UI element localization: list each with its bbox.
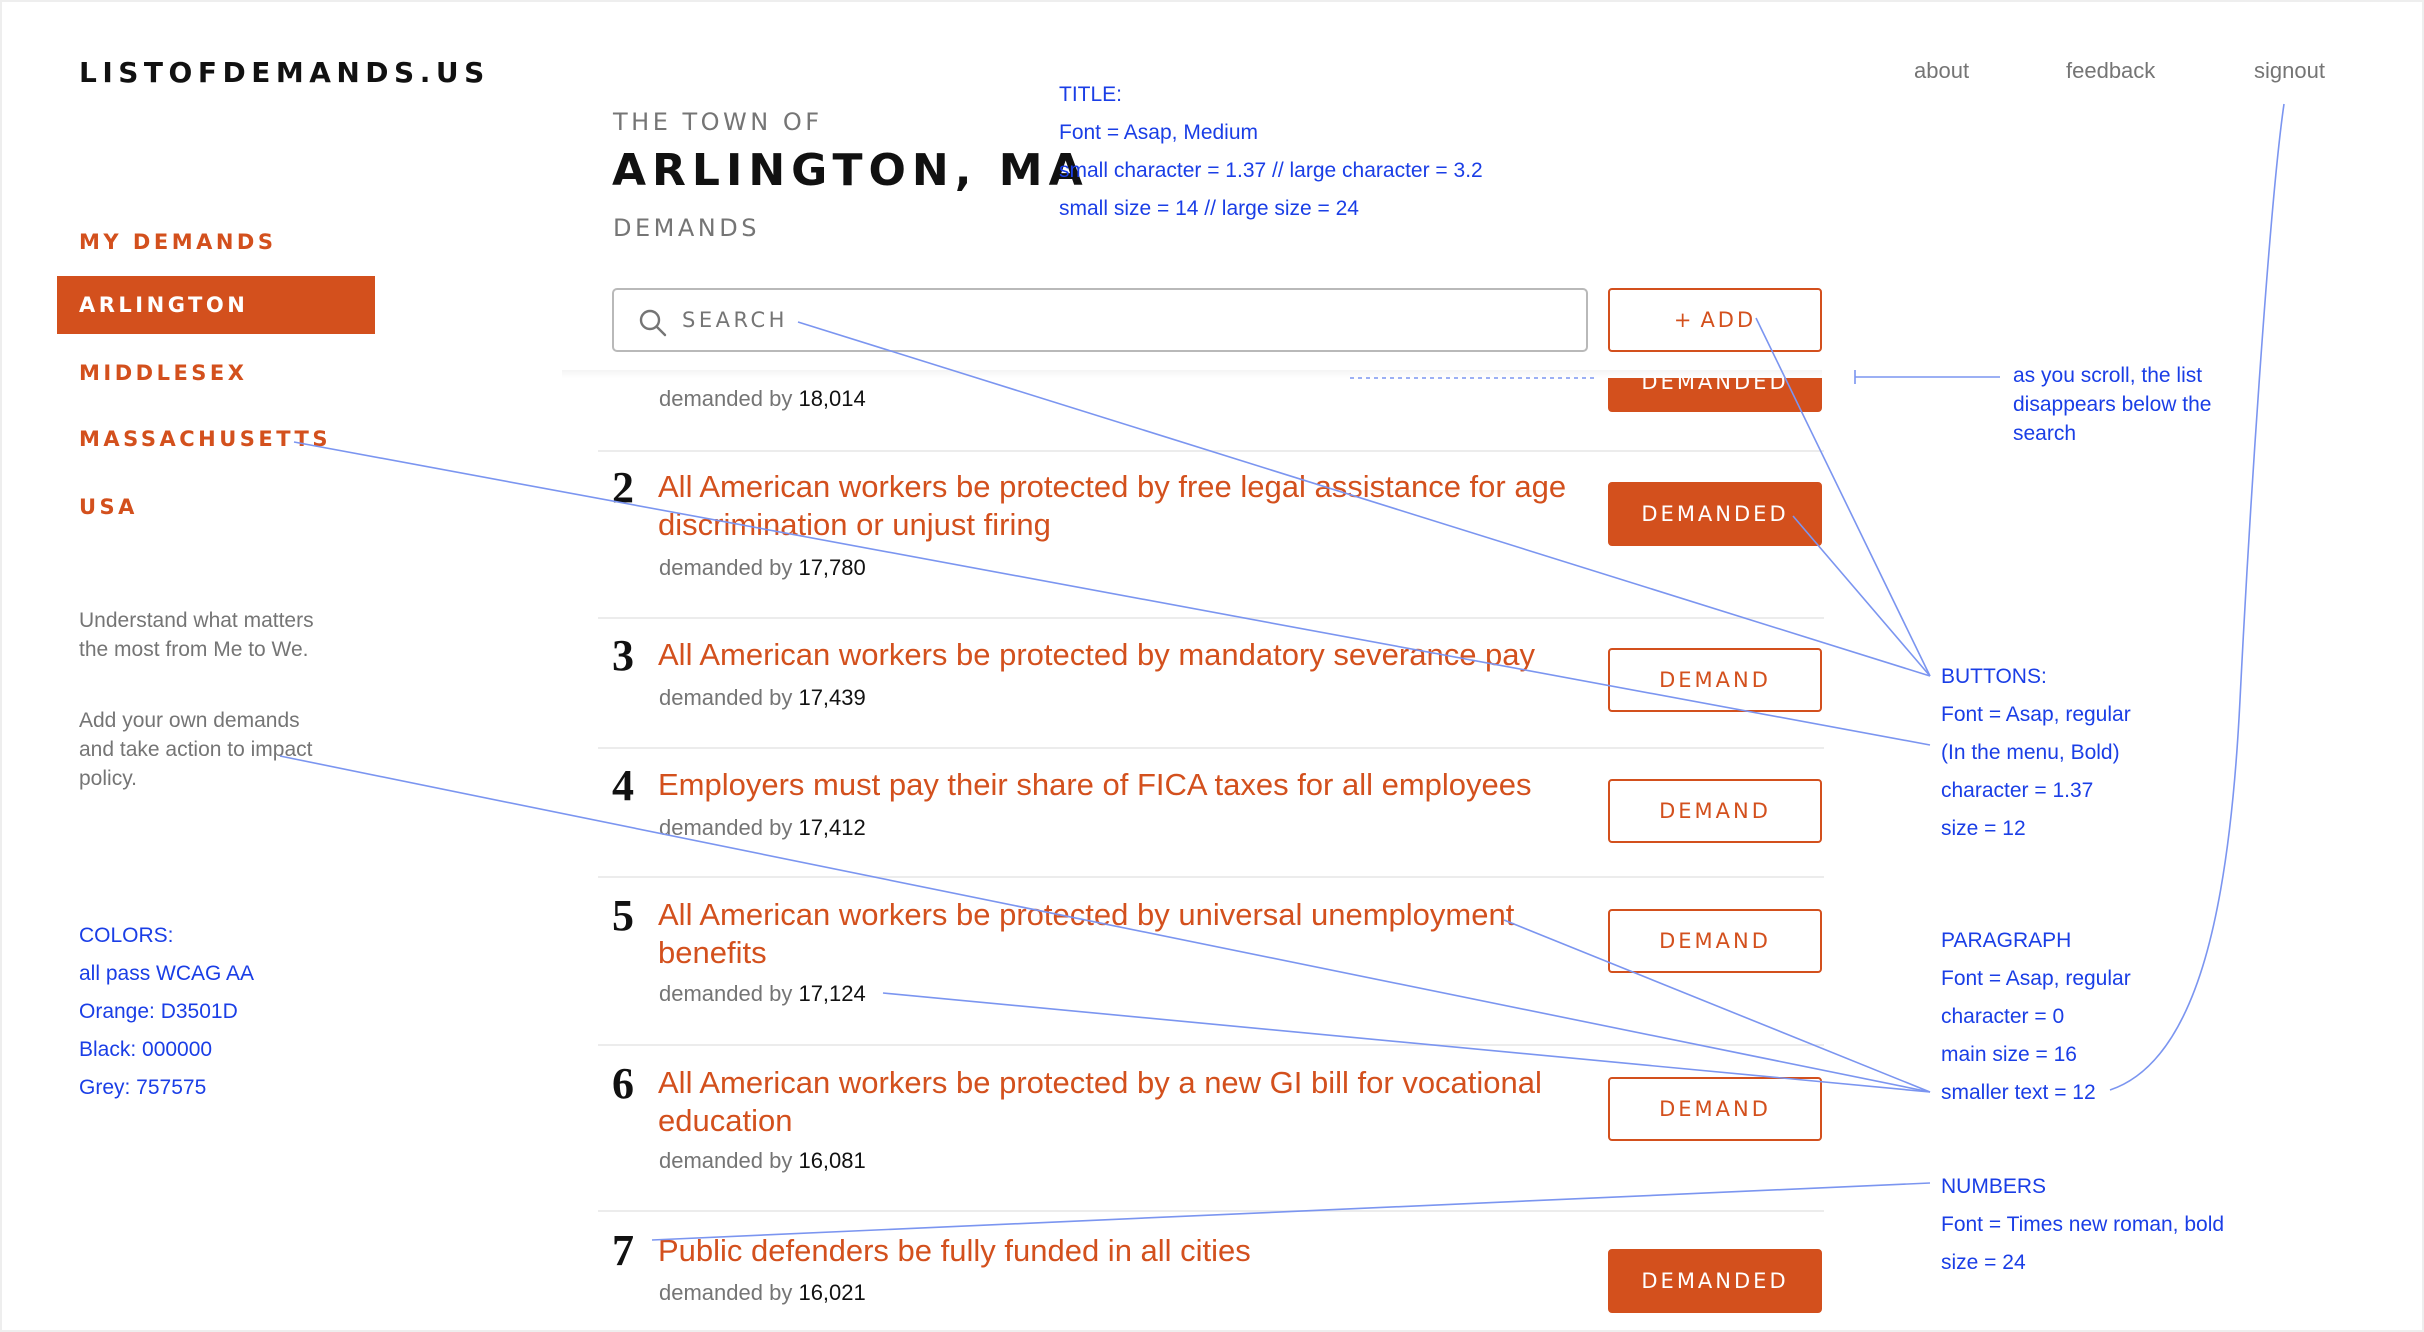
demanded-by-text: demanded by 16,081	[659, 1148, 866, 1173]
demand-button[interactable]: DEMAND	[1608, 779, 1822, 843]
item-number: 7	[612, 1226, 634, 1275]
search-box[interactable]	[612, 288, 1588, 352]
demand-title[interactable]: All American workers be protected by a n…	[658, 1064, 1578, 1140]
demand-title[interactable]: All American workers be protected by fre…	[658, 468, 1578, 544]
nav-feedback-link[interactable]: feedback	[2066, 58, 2155, 84]
demand-count: 16,081	[798, 1148, 866, 1173]
row-divider	[598, 876, 1824, 878]
item-number: 5	[612, 891, 634, 940]
sidebar-item-arlington[interactable]: ARLINGTON	[57, 276, 375, 334]
title-prefix: THE TOWN OF	[613, 108, 823, 136]
demanded-by-text: demanded by 16,021	[659, 1280, 866, 1305]
add-button[interactable]: + ADD	[1608, 288, 1822, 352]
demanded-by-text: demanded by 17,412	[659, 815, 866, 840]
sidebar-item-massachusetts[interactable]: MASSACHUSETTS	[57, 410, 375, 468]
demand-count: 18,014	[798, 386, 866, 411]
annotation-colors-spec: COLORS: all pass WCAG AA Orange: D3501D …	[79, 924, 255, 1099]
demand-title[interactable]: All American workers be protected by man…	[658, 636, 1578, 674]
demanded-button[interactable]: DEMANDED	[1608, 1249, 1822, 1313]
annotation-paragraph-spec: PARAGRAPH Font = Asap, regular character…	[1941, 929, 2131, 1104]
plus-icon: +	[1673, 308, 1695, 332]
demanded-by-text: demanded by 17,124	[659, 981, 866, 1006]
sidebar-cta-text: Add your own demands and take action to …	[79, 709, 313, 790]
scroll-fade	[562, 370, 1822, 378]
demand-button[interactable]: DEMAND	[1608, 648, 1822, 712]
demand-title[interactable]: All American workers be protected by uni…	[658, 896, 1578, 972]
row-divider	[598, 617, 1824, 619]
annotation-numbers-spec: NUMBERS Font = Times new roman, bold siz…	[1941, 1175, 2225, 1274]
row-divider	[598, 747, 1824, 749]
sidebar-item-usa[interactable]: USA	[57, 478, 375, 536]
item-number: 6	[612, 1059, 634, 1108]
demand-count: 17,439	[798, 685, 866, 710]
demanded-button[interactable]: DEMANDED	[1608, 482, 1822, 546]
row-divider	[598, 1044, 1824, 1046]
demand-count: 17,780	[798, 555, 866, 580]
add-button-label: ADD	[1700, 308, 1757, 332]
sidebar-item-my-demands[interactable]: MY DEMANDS	[57, 213, 375, 271]
sidebar-item-middlesex[interactable]: MIDDLESEX	[57, 344, 375, 402]
demand-title[interactable]: Employers must pay their share of FICA t…	[658, 766, 1578, 804]
demanded-by-text: demanded by 17,439	[659, 685, 866, 710]
site-logo[interactable]: LISTOFDEMANDS.US	[79, 56, 490, 89]
demand-count: 16,021	[798, 1280, 866, 1305]
sidebar-panel	[2, 2, 562, 1330]
search-icon	[639, 309, 667, 337]
title-suffix: DEMANDS	[613, 214, 760, 242]
item-number: 2	[612, 463, 634, 512]
demand-button[interactable]: DEMAND	[1608, 909, 1822, 973]
demand-title[interactable]: Public defenders be fully funded in all …	[658, 1232, 1578, 1270]
row-divider	[598, 1210, 1824, 1212]
annotation-buttons-spec: BUTTONS: Font = Asap, regular (In the me…	[1941, 665, 2131, 840]
annotation-scroll-note: as you scroll, the list disappears below…	[2013, 364, 2212, 445]
item-number: 3	[612, 631, 634, 680]
demand-count: 17,412	[798, 815, 866, 840]
demanded-by-text: demanded by 17,780	[659, 555, 866, 580]
item-number: 4	[612, 761, 634, 810]
sidebar-intro-text: Understand what matters the most from Me…	[79, 609, 314, 661]
demand-count: 17,124	[798, 981, 866, 1006]
nav-signout-link[interactable]: signout	[2254, 58, 2325, 84]
annotation-title-spec: TITLE: Font = Asap, Medium small charact…	[1059, 83, 1483, 220]
search-input[interactable]	[682, 290, 1562, 350]
nav-about-link[interactable]: about	[1914, 58, 1969, 84]
page-title: ARLINGTON, MA	[612, 145, 1089, 196]
row-divider	[598, 450, 1824, 452]
demand-button[interactable]: DEMAND	[1608, 1077, 1822, 1141]
demanded-by-text: demanded by 18,014	[659, 386, 866, 411]
